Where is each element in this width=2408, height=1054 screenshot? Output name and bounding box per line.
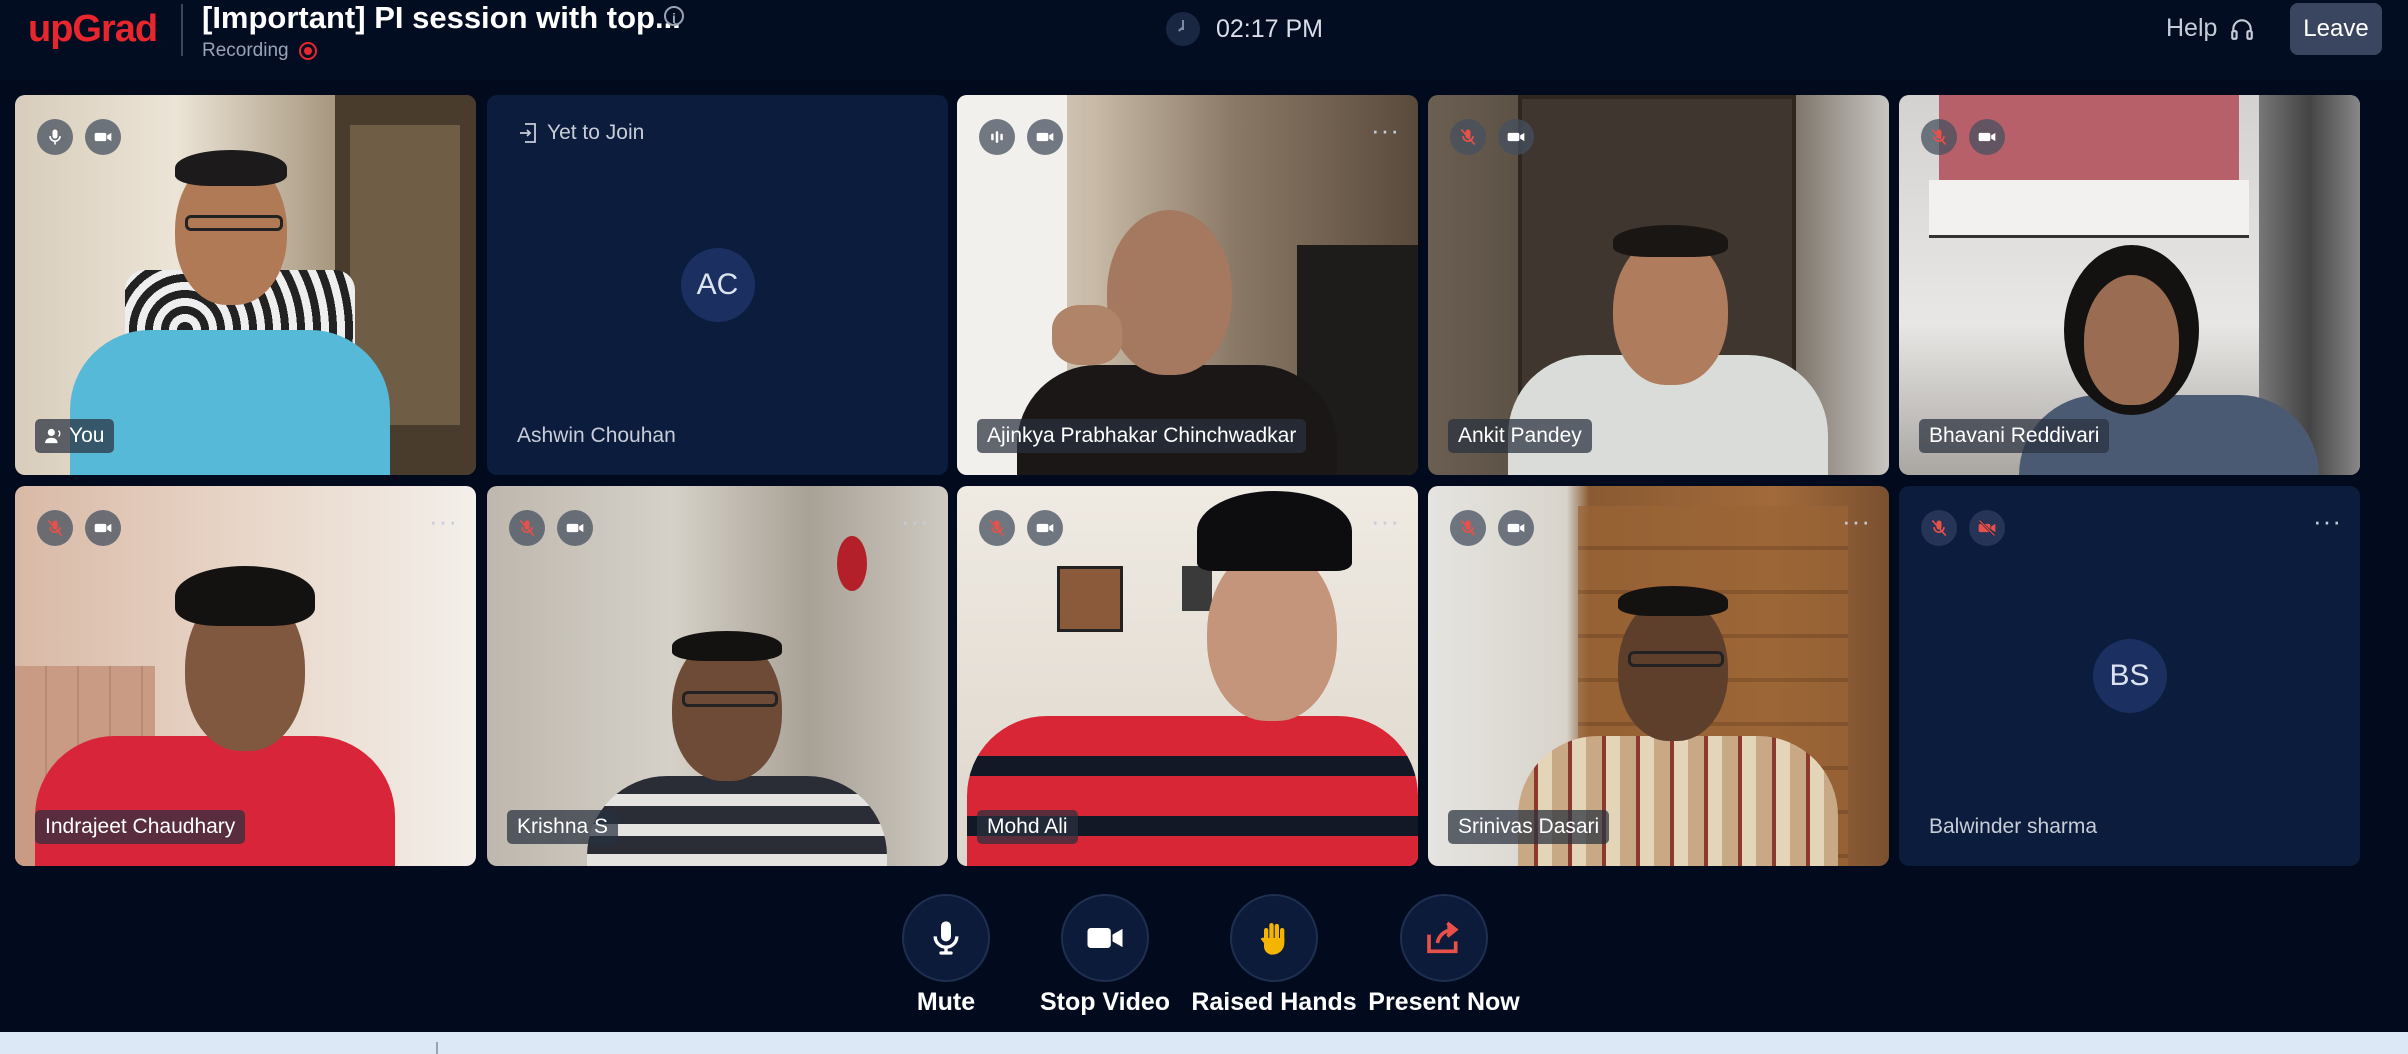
video-camera-icon[interactable] bbox=[85, 119, 121, 155]
participant-tile-ankit-pandey[interactable]: Ankit Pandey bbox=[1428, 95, 1889, 475]
header-divider bbox=[181, 4, 183, 56]
participant-name: Bhavani Reddivari bbox=[1919, 419, 2110, 453]
participant-tile-ajinkya[interactable]: ··· Ajinkya Prabhakar Chinchwadkar bbox=[957, 95, 1418, 475]
video-camera-off-icon[interactable] bbox=[1969, 510, 2005, 546]
microphone-muted-icon[interactable] bbox=[979, 510, 1015, 546]
recording-label: Recording bbox=[202, 40, 289, 61]
more-options-icon[interactable]: ··· bbox=[1842, 506, 1871, 537]
more-options-icon[interactable]: ··· bbox=[1371, 115, 1400, 146]
participant-tile-ashwin-chouhan[interactable]: Yet to Join AC Ashwin Chouhan bbox=[487, 95, 948, 475]
video-camera-icon[interactable] bbox=[1027, 119, 1063, 155]
user-speaker-icon bbox=[45, 429, 61, 444]
help-button[interactable]: Help bbox=[2166, 14, 2255, 43]
upgrad-logo: upGrad bbox=[28, 8, 158, 50]
participant-name: Srinivas Dasari bbox=[1448, 810, 1610, 844]
participant-name: You bbox=[69, 424, 105, 447]
session-title: [Important] PI session with top... bbox=[202, 0, 681, 35]
tile-status-icons bbox=[979, 119, 1063, 155]
participant-tile-bhavani-reddivari[interactable]: Bhavani Reddivari bbox=[1899, 95, 2360, 475]
more-options-icon[interactable]: ··· bbox=[901, 506, 930, 537]
participant-tile-krishna-s[interactable]: ··· Krishna S bbox=[487, 486, 948, 866]
microphone-muted-icon[interactable] bbox=[1921, 119, 1957, 155]
video-camera-icon[interactable] bbox=[557, 510, 593, 546]
tile-status-icons bbox=[37, 119, 121, 155]
raised-hands-button-circle[interactable] bbox=[1230, 894, 1318, 982]
raised-hand-icon bbox=[1260, 923, 1285, 955]
tile-status-icons bbox=[1450, 119, 1534, 155]
microphone-icon[interactable] bbox=[37, 119, 73, 155]
top-bar: upGrad [Important] PI session with top..… bbox=[0, 0, 2408, 80]
participant-tile-mohd-ali[interactable]: ··· Mohd Ali bbox=[957, 486, 1418, 866]
audio-level-icon bbox=[979, 119, 1015, 155]
participant-tile-balwinder-sharma[interactable]: ··· BS Balwinder sharma bbox=[1899, 486, 2360, 866]
raised-hands-label: Raised Hands bbox=[1191, 988, 1357, 1016]
tile-status-icons bbox=[509, 510, 593, 546]
call-controls: Mute Stop Video Raised Hands Present Now bbox=[0, 880, 2408, 1030]
tile-status-icons bbox=[1450, 510, 1534, 546]
microphone-muted-icon[interactable] bbox=[1921, 510, 1957, 546]
yet-to-join-status: Yet to Join bbox=[519, 121, 644, 145]
recording-indicator: Recording bbox=[202, 40, 317, 62]
present-now-button[interactable]: Present Now bbox=[1354, 894, 1534, 1017]
microphone-muted-icon[interactable] bbox=[509, 510, 545, 546]
raised-hands-button[interactable]: Raised Hands bbox=[1184, 894, 1364, 1017]
tile-status-icons bbox=[979, 510, 1063, 546]
microphone-muted-icon[interactable] bbox=[1450, 510, 1486, 546]
clock-time: 02:17 PM bbox=[1216, 14, 1324, 43]
tile-status-icons bbox=[37, 510, 121, 546]
share-screen-icon bbox=[1427, 921, 1459, 954]
participant-name: Ashwin Chouhan bbox=[517, 424, 676, 447]
avatar: AC bbox=[680, 248, 755, 322]
video-camera-icon bbox=[1087, 928, 1123, 948]
leave-button[interactable]: Leave bbox=[2290, 3, 2382, 55]
microphone-muted-icon[interactable] bbox=[37, 510, 73, 546]
video-camera-icon[interactable] bbox=[1969, 119, 2005, 155]
video-camera-icon[interactable] bbox=[85, 510, 121, 546]
video-camera-icon[interactable] bbox=[1498, 119, 1534, 155]
session-clock: 02:17 PM bbox=[1166, 12, 1323, 46]
participant-name: Ankit Pandey bbox=[1448, 419, 1592, 453]
recording-dot-icon bbox=[298, 42, 317, 60]
clock-icon bbox=[1166, 12, 1200, 46]
participant-name-tag: You bbox=[35, 419, 115, 453]
bottom-divider bbox=[436, 1042, 438, 1054]
avatar: BS bbox=[2092, 639, 2167, 713]
participant-name: Mohd Ali bbox=[977, 810, 1078, 844]
more-options-icon[interactable]: ··· bbox=[2313, 506, 2342, 537]
participant-tile-srinivas-dasari[interactable]: ··· Srinivas Dasari bbox=[1428, 486, 1889, 866]
mute-button-circle[interactable] bbox=[902, 894, 990, 982]
participant-name: Balwinder sharma bbox=[1929, 815, 2098, 838]
tile-status-icons bbox=[1921, 510, 2005, 546]
info-icon[interactable]: i bbox=[664, 6, 684, 26]
more-options-icon[interactable]: ··· bbox=[429, 506, 458, 537]
browser-bottom-strip bbox=[0, 1032, 2408, 1054]
microphone-muted-icon[interactable] bbox=[1450, 119, 1486, 155]
stop-video-label: Stop Video bbox=[1039, 988, 1171, 1016]
stop-video-button[interactable]: Stop Video bbox=[1015, 894, 1195, 1017]
microphone-icon bbox=[933, 921, 959, 955]
participant-name: Ajinkya Prabhakar Chinchwadkar bbox=[977, 419, 1307, 453]
present-now-label: Present Now bbox=[1368, 988, 1520, 1016]
headset-icon bbox=[2229, 16, 2255, 42]
mute-label: Mute bbox=[916, 988, 976, 1016]
more-options-icon[interactable]: ··· bbox=[1371, 506, 1400, 537]
participant-name: Krishna S bbox=[507, 810, 619, 844]
video-camera-icon[interactable] bbox=[1027, 510, 1063, 546]
present-now-button-circle[interactable] bbox=[1400, 894, 1488, 982]
participant-tile-you[interactable]: You bbox=[15, 95, 476, 475]
stop-video-button-circle[interactable] bbox=[1061, 894, 1149, 982]
video-camera-icon[interactable] bbox=[1498, 510, 1534, 546]
tile-status-icons bbox=[1921, 119, 2005, 155]
enter-icon bbox=[520, 123, 536, 143]
participant-name: Indrajeet Chaudhary bbox=[35, 810, 246, 844]
help-label: Help bbox=[2166, 14, 2218, 42]
mute-button[interactable]: Mute bbox=[856, 894, 1036, 1017]
yet-to-join-label: Yet to Join bbox=[547, 121, 645, 144]
participant-tile-indrajeet-chaudhary[interactable]: ··· Indrajeet Chaudhary bbox=[15, 486, 476, 866]
